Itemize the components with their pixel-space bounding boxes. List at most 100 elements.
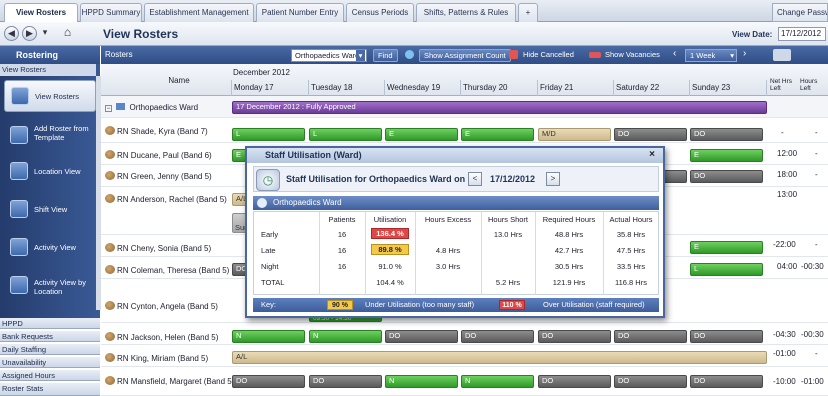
shift-bar[interactable]: N bbox=[385, 375, 458, 388]
shift-bar[interactable]: L bbox=[232, 128, 305, 141]
net-hours-left: 13:00 bbox=[777, 190, 798, 199]
row-label: Night bbox=[261, 262, 279, 271]
view-date-input[interactable]: 17/12/2012 bbox=[778, 27, 826, 41]
shift-bar[interactable]: E bbox=[385, 128, 458, 141]
staff-name: RN Anderson, Rachel (Band 5) bbox=[105, 194, 227, 204]
settings-icon[interactable] bbox=[773, 49, 791, 61]
shift-bar[interactable]: DO bbox=[385, 330, 458, 343]
sidebar-item-add-roster-template[interactable]: Add Roster from Template bbox=[4, 120, 96, 152]
refresh-icon[interactable] bbox=[405, 50, 414, 59]
shift-bar[interactable]: E bbox=[690, 241, 763, 254]
sidebar-item-activity-by-location[interactable]: Activity View by Location bbox=[4, 270, 96, 302]
change-password-button[interactable]: Change Passwo bbox=[772, 3, 828, 22]
prev-week-icon[interactable]: ‹ bbox=[673, 48, 676, 59]
period-select-value: 1 Week bbox=[690, 51, 716, 60]
shift-bar[interactable]: DO bbox=[538, 330, 611, 343]
staff-row[interactable]: RN Mansfield, Margaret (Band 5) DO DO N … bbox=[101, 367, 828, 396]
tab-establishment-management[interactable]: Establishment Management bbox=[144, 3, 254, 22]
shift-bar[interactable]: DO bbox=[538, 375, 611, 388]
shift-bar[interactable]: DO bbox=[614, 128, 687, 141]
required-cell: 42.7 Hrs bbox=[554, 246, 584, 255]
sidebar-item-unavailability[interactable]: Unavailability bbox=[0, 357, 100, 368]
shift-bar[interactable]: DO bbox=[690, 170, 763, 183]
shift-bar[interactable]: E bbox=[461, 128, 534, 141]
sidebar-item-hppd[interactable]: HPPD bbox=[0, 318, 100, 329]
tab-census-periods[interactable]: Census Periods bbox=[346, 3, 414, 22]
sidebar-item-location-view[interactable]: Location View bbox=[4, 156, 96, 188]
sidebar-item-shift-view[interactable]: Shift View bbox=[4, 194, 96, 226]
net-hours-left: 18:00 bbox=[777, 170, 798, 179]
sidebar-item-assigned-hours[interactable]: Assigned Hours bbox=[0, 370, 100, 381]
tab-patient-number-entry[interactable]: Patient Number Entry bbox=[256, 3, 344, 22]
shift-bar[interactable]: N bbox=[309, 330, 382, 343]
shift-bar[interactable]: N bbox=[461, 375, 534, 388]
staff-row[interactable]: RN Shade, Kyra (Band 7) L L E E M/D DO D… bbox=[101, 118, 828, 143]
shift-bar[interactable]: DO bbox=[614, 375, 687, 388]
patients-cell: 16 bbox=[337, 230, 347, 239]
history-dropdown-icon[interactable]: ▾ bbox=[40, 26, 50, 41]
show-vacancies-button[interactable]: Show Vacancies bbox=[601, 49, 664, 62]
sidebar-item-label: View Rosters bbox=[35, 92, 80, 101]
shift-bar[interactable]: DO bbox=[461, 330, 534, 343]
shift-bar[interactable]: M/D bbox=[538, 128, 611, 141]
sidebar-item-daily-staffing[interactable]: Daily Staffing bbox=[0, 344, 100, 355]
staff-row[interactable]: RN King, Miriam (Band 5) A/L -01:00 - bbox=[101, 345, 828, 367]
close-icon[interactable]: × bbox=[649, 149, 655, 160]
ward-label: Orthopaedics Ward bbox=[129, 103, 199, 112]
staff-row[interactable]: RN Jackson, Helen (Band 5) N N DO DO DO … bbox=[101, 323, 828, 345]
excess-cell: 3.0 Hrs bbox=[435, 262, 461, 271]
hours-left: -00:30 bbox=[801, 262, 824, 271]
column-divider bbox=[689, 80, 690, 96]
staff-name: RN King, Miriam (Band 5) bbox=[105, 353, 208, 363]
ward-select[interactable]: Orthopaedics Ward ▾ bbox=[291, 49, 367, 62]
back-icon[interactable]: ◀ bbox=[4, 26, 19, 41]
tab-hppd-summary[interactable]: HPPD Summary bbox=[80, 3, 142, 22]
hide-cancelled-button[interactable]: Hide Cancelled bbox=[519, 49, 578, 62]
avatar-icon bbox=[105, 332, 115, 341]
next-date-button[interactable]: > bbox=[546, 172, 560, 186]
shift-bar[interactable]: L bbox=[690, 263, 763, 276]
ward-row[interactable]: − Orthopaedics Ward 17 December 2012 : F… bbox=[101, 96, 828, 118]
shift-bar[interactable]: DO bbox=[309, 375, 382, 388]
staff-name: RN Shade, Kyra (Band 7) bbox=[105, 126, 208, 136]
shift-icon bbox=[10, 200, 28, 218]
collapse-icon[interactable]: − bbox=[105, 105, 112, 112]
grid-header: Name December 2012 Monday 17 Tuesday 18 … bbox=[101, 64, 828, 96]
actual-cell: 33.5 Hrs bbox=[616, 262, 646, 271]
shift-bar[interactable]: E bbox=[690, 149, 763, 162]
shift-bar[interactable]: N bbox=[232, 330, 305, 343]
shift-bar[interactable]: DO bbox=[690, 375, 763, 388]
excess-cell: 4.8 Hrs bbox=[435, 246, 461, 255]
shift-bar[interactable]: DO bbox=[690, 330, 763, 343]
utilisation-cell: 104.4 % bbox=[376, 278, 404, 287]
shift-bar[interactable]: L bbox=[309, 128, 382, 141]
home-icon[interactable]: ⌂ bbox=[60, 26, 75, 41]
tab-shifts-patterns-rules[interactable]: Shifts, Patterns & Rules bbox=[416, 3, 516, 22]
name-column-header: Name bbox=[168, 76, 190, 85]
sidebar-item-view-rosters[interactable]: View Rosters bbox=[4, 80, 96, 112]
utilisation-cell: 89.8 % bbox=[371, 244, 409, 255]
sidebar-item-roster-stats[interactable]: Roster Stats bbox=[0, 383, 100, 396]
approval-banner[interactable]: 17 December 2012 : Fully Approved bbox=[232, 101, 767, 114]
tab-add[interactable]: + bbox=[518, 3, 538, 22]
prev-date-button[interactable]: < bbox=[468, 172, 482, 186]
shift-bar[interactable]: DO bbox=[690, 128, 763, 141]
find-button[interactable]: Find bbox=[373, 49, 398, 62]
period-select[interactable]: 1 Week ▾ bbox=[685, 49, 737, 62]
avatar-icon bbox=[105, 301, 115, 310]
shift-bar[interactable]: A/L bbox=[232, 351, 767, 364]
row-label: Early bbox=[261, 230, 279, 239]
sidebar-item-activity-view[interactable]: Activity View bbox=[4, 232, 96, 264]
net-hrs-left-header: Net Hrs Left bbox=[770, 78, 793, 92]
sidebar-item-bank-requests[interactable]: Bank Requests bbox=[0, 331, 100, 342]
stopwatch-icon: ◷ bbox=[256, 169, 280, 191]
sidebar-item-label: Add Roster from Template bbox=[34, 124, 89, 142]
shift-bar[interactable]: DO bbox=[232, 375, 305, 388]
forward-icon[interactable]: ▶ bbox=[22, 26, 37, 41]
show-assignment-count-button[interactable]: Show Assignment Count bbox=[419, 49, 511, 62]
tab-view-rosters[interactable]: View Rosters bbox=[4, 3, 78, 23]
tab-strip: View Rosters HPPD Summary Establishment … bbox=[0, 0, 828, 23]
sidebar-header[interactable]: Rostering bbox=[0, 46, 100, 64]
shift-bar[interactable]: DO bbox=[614, 330, 687, 343]
next-week-icon[interactable]: › bbox=[743, 48, 746, 59]
